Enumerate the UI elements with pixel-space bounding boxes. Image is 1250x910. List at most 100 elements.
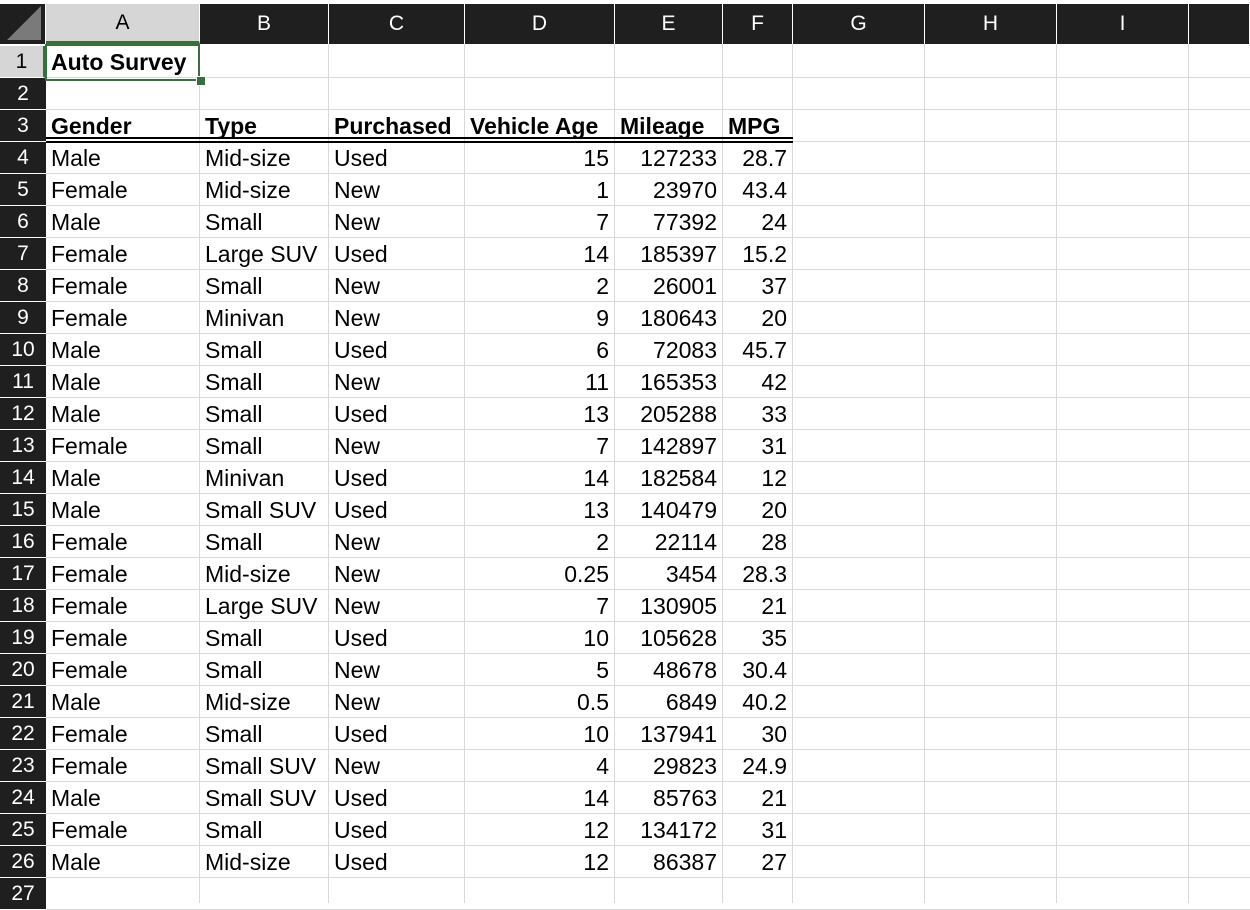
cell-f10[interactable]: 45.7 [723,334,793,366]
cell-e23[interactable]: 29823 [615,750,723,782]
cell-c17[interactable]: New [329,558,465,590]
column-header-g[interactable]: G [793,4,925,44]
cell-f24[interactable]: 21 [723,782,793,814]
cell-a20[interactable]: Female [46,654,200,686]
row-header-18[interactable]: 18 [0,590,46,622]
cell-e22[interactable]: 137941 [615,718,723,750]
cell-a22[interactable]: Female [46,718,200,750]
cell-b14[interactable]: Minivan [200,462,329,494]
cell-a11[interactable]: Male [46,366,200,398]
cell-b26[interactable]: Mid-size [200,846,329,878]
cell-c14[interactable]: Used [329,462,465,494]
cell-e24[interactable]: 85763 [615,782,723,814]
cell-c7[interactable]: Used [329,238,465,270]
cell-e13[interactable]: 142897 [615,430,723,462]
cell-e4[interactable]: 127233 [615,142,723,174]
cell-f7[interactable]: 15.2 [723,238,793,270]
cell-f23[interactable]: 24.9 [723,750,793,782]
cell-d17[interactable]: 0.25 [465,558,615,590]
cell-c10[interactable]: Used [329,334,465,366]
cell-a4[interactable]: Male [46,142,200,174]
cell-a16[interactable]: Female [46,526,200,558]
cell-d7[interactable]: 14 [465,238,615,270]
cell-c9[interactable]: New [329,302,465,334]
cell-e10[interactable]: 72083 [615,334,723,366]
cell-a26[interactable]: Male [46,846,200,878]
row-header-26[interactable]: 26 [0,846,46,878]
cell-f26[interactable]: 27 [723,846,793,878]
cell-a7[interactable]: Female [46,238,200,270]
cell-d15[interactable]: 13 [465,494,615,526]
cell-f8[interactable]: 37 [723,270,793,302]
cell-e8[interactable]: 26001 [615,270,723,302]
cell-b17[interactable]: Mid-size [200,558,329,590]
row-header-4[interactable]: 4 [0,142,46,174]
row-header-12[interactable]: 12 [0,398,46,430]
cell-f5[interactable]: 43.4 [723,174,793,206]
cell-c8[interactable]: New [329,270,465,302]
cell-c6[interactable]: New [329,206,465,238]
cell-b16[interactable]: Small [200,526,329,558]
row-header-22[interactable]: 22 [0,718,46,750]
cell-b18[interactable]: Large SUV [200,590,329,622]
cell-f14[interactable]: 12 [723,462,793,494]
cell-a6[interactable]: Male [46,206,200,238]
cell-e17[interactable]: 3454 [615,558,723,590]
cell-e3[interactable]: Mileage [615,110,723,142]
cell-c16[interactable]: New [329,526,465,558]
cell-e7[interactable]: 185397 [615,238,723,270]
cell-b20[interactable]: Small [200,654,329,686]
cell-c23[interactable]: New [329,750,465,782]
cell-c25[interactable]: Used [329,814,465,846]
cell-e5[interactable]: 23970 [615,174,723,206]
cell-f25[interactable]: 31 [723,814,793,846]
row-header-10[interactable]: 10 [0,334,46,366]
row-header-9[interactable]: 9 [0,302,46,334]
cell-a23[interactable]: Female [46,750,200,782]
cell-b5[interactable]: Mid-size [200,174,329,206]
cell-c4[interactable]: Used [329,142,465,174]
row-header-17[interactable]: 17 [0,558,46,590]
cell-b15[interactable]: Small SUV [200,494,329,526]
row-header-8[interactable]: 8 [0,270,46,302]
cell-f12[interactable]: 33 [723,398,793,430]
row-header-27[interactable]: 27 [0,878,46,910]
column-header-i[interactable]: I [1057,4,1189,44]
cell-e14[interactable]: 182584 [615,462,723,494]
cell-a14[interactable]: Male [46,462,200,494]
cell-f17[interactable]: 28.3 [723,558,793,590]
cell-f20[interactable]: 30.4 [723,654,793,686]
cell-a12[interactable]: Male [46,398,200,430]
cell-d18[interactable]: 7 [465,590,615,622]
cell-f15[interactable]: 20 [723,494,793,526]
cell-a13[interactable]: Female [46,430,200,462]
cell-d9[interactable]: 9 [465,302,615,334]
cell-d10[interactable]: 6 [465,334,615,366]
cell-f18[interactable]: 21 [723,590,793,622]
cell-b23[interactable]: Small SUV [200,750,329,782]
cell-b3[interactable]: Type [200,110,329,142]
cell-e18[interactable]: 130905 [615,590,723,622]
row-header-19[interactable]: 19 [0,622,46,654]
cell-e26[interactable]: 86387 [615,846,723,878]
cell-c26[interactable]: Used [329,846,465,878]
cell-c3[interactable]: Purchased [329,110,465,142]
row-header-16[interactable]: 16 [0,526,46,558]
cell-d4[interactable]: 15 [465,142,615,174]
cell-c22[interactable]: Used [329,718,465,750]
row-header-3[interactable]: 3 [0,110,46,142]
cell-e9[interactable]: 180643 [615,302,723,334]
cell-a10[interactable]: Male [46,334,200,366]
row-header-13[interactable]: 13 [0,430,46,462]
cell-a21[interactable]: Male [46,686,200,718]
column-header-b[interactable]: B [200,4,329,44]
cell-d5[interactable]: 1 [465,174,615,206]
cell-c24[interactable]: Used [329,782,465,814]
cell-d19[interactable]: 10 [465,622,615,654]
cell-a5[interactable]: Female [46,174,200,206]
cell-b25[interactable]: Small [200,814,329,846]
cell-d14[interactable]: 14 [465,462,615,494]
cell-c20[interactable]: New [329,654,465,686]
cell-c18[interactable]: New [329,590,465,622]
column-header-f[interactable]: F [723,4,793,44]
